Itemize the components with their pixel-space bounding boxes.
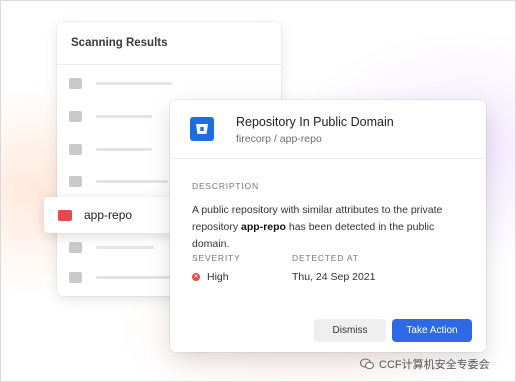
repo-path: firecorp / app-repo <box>236 133 322 145</box>
scan-list-item[interactable] <box>69 242 154 253</box>
severity-text: High <box>207 271 229 283</box>
scan-list-item[interactable] <box>69 111 152 122</box>
description-label: DESCRIPTION <box>192 181 259 191</box>
scan-list-item[interactable] <box>69 144 152 155</box>
placeholder-line <box>96 276 170 279</box>
take-action-button[interactable]: Take Action <box>392 319 472 342</box>
finding-detail-card: Repository In Public Domain firecorp / a… <box>170 100 486 352</box>
scan-item-label: app-repo <box>84 208 133 222</box>
folder-icon <box>69 144 82 155</box>
description-text: A public repository with similar attribu… <box>192 202 470 253</box>
watermark: CCF计算机安全专委会 <box>360 356 490 372</box>
detail-header: Repository In Public Domain firecorp / a… <box>170 100 486 159</box>
placeholder-line <box>96 246 154 249</box>
severity-value: ✕ High <box>192 271 229 283</box>
placeholder-line <box>96 180 168 183</box>
severity-alert-icon: ✕ <box>192 273 200 281</box>
folder-icon <box>69 272 82 283</box>
detected-at-label: DETECTED AT <box>292 253 359 263</box>
description-repo-name: app-repo <box>241 221 286 233</box>
finding-title: Repository In Public Domain <box>236 115 394 129</box>
wechat-icon <box>360 358 374 370</box>
scanning-results-title: Scanning Results <box>57 22 281 65</box>
bitbucket-icon <box>190 117 214 141</box>
placeholder-line <box>96 82 172 85</box>
scan-list-item[interactable] <box>69 78 172 89</box>
placeholder-line <box>96 115 152 118</box>
folder-icon <box>69 111 82 122</box>
severity-label: SEVERITY <box>192 253 241 263</box>
dismiss-button[interactable]: Dismiss <box>314 319 386 342</box>
folder-icon <box>69 176 82 187</box>
scan-list-item[interactable] <box>69 176 168 187</box>
folder-icon <box>69 242 82 253</box>
scan-list-item[interactable] <box>69 272 170 283</box>
red-folder-icon <box>58 209 72 221</box>
folder-icon <box>69 78 82 89</box>
watermark-text: CCF计算机安全专委会 <box>379 359 490 371</box>
detected-at-value: Thu, 24 Sep 2021 <box>292 271 376 283</box>
placeholder-line <box>96 148 152 151</box>
scan-list-item-app-repo[interactable]: app-repo <box>44 197 184 233</box>
